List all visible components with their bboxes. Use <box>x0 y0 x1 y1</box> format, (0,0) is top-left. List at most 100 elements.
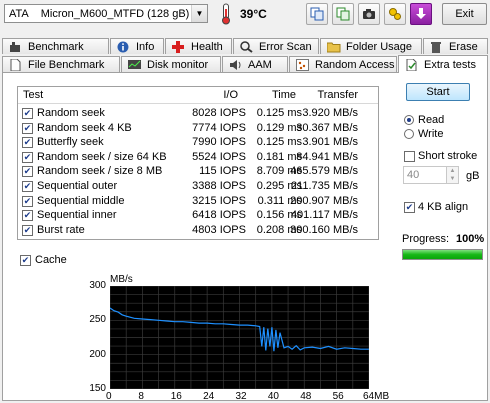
cache-checkbox[interactable]: ✔ <box>20 255 31 266</box>
tab-label: Folder Usage <box>346 40 413 53</box>
tab-aam[interactable]: AAM <box>222 56 288 72</box>
drive-bus: ATA <box>9 7 29 20</box>
tab-folder-usage[interactable]: Folder Usage <box>320 38 422 54</box>
camera-icon <box>363 9 375 19</box>
x-tick-label: 32 <box>235 391 247 402</box>
cell-test: Random seek / size 8 MB <box>37 165 163 178</box>
short-stroke-label: Short stroke <box>418 150 478 162</box>
row-checkbox[interactable]: ✔ <box>22 108 33 119</box>
cell-test: Sequential outer <box>37 180 118 192</box>
x-tick-label: 16 <box>170 391 182 402</box>
cell-transfer: 3.920 MB/s <box>302 107 358 119</box>
y-tick-label: 250 <box>89 314 106 326</box>
row-checkbox[interactable]: ✔ <box>22 151 33 163</box>
short-stroke-checkbox[interactable] <box>404 151 415 162</box>
copy-all-button[interactable] <box>332 3 354 25</box>
header-test: Test <box>23 89 44 101</box>
tab-random-access[interactable]: Random Access <box>289 56 397 72</box>
exit-label: Exit <box>455 8 474 20</box>
row-checkbox[interactable]: ✔ <box>22 195 33 207</box>
cell-transfer: 200.907 MB/s <box>290 194 358 207</box>
cell-io: 7774 IOPS <box>192 121 246 134</box>
write-label: Write <box>418 128 444 140</box>
table-row: ✔ Random seek 8028 IOPS 0.125 ms 3.920 MB/s <box>18 107 378 121</box>
row-checkbox[interactable]: ✔ <box>22 137 33 149</box>
write-radio[interactable] <box>404 129 414 139</box>
exit-button[interactable]: Exit <box>442 3 487 25</box>
results-table: Test I/O Time Transfer ✔ Random seek 8028 … <box>17 86 379 240</box>
short-stroke-input[interactable]: 40 <box>403 166 447 184</box>
start-button[interactable]: Start <box>406 83 470 101</box>
spin-up-icon: ▲ <box>449 168 456 174</box>
random-access-icon <box>296 58 310 71</box>
options-button[interactable] <box>384 3 406 25</box>
cell-transfer: 3.901 MB/s <box>302 136 358 149</box>
cell-io: 3388 IOPS <box>192 180 246 192</box>
info-icon <box>117 41 131 53</box>
table-row: ✔ Random seek 4 KB 7774 IOPS 0.129 ms 30.367… <box>18 122 378 136</box>
temperature-readout: 39°C <box>240 7 267 21</box>
speaker-icon <box>229 59 243 71</box>
tab-info[interactable]: Info <box>110 38 164 54</box>
cell-io: 6418 IOPS <box>192 209 246 222</box>
download-arrow-icon <box>416 8 426 19</box>
x-tick-label: 24 <box>203 391 215 402</box>
disk-monitor-icon <box>128 59 142 71</box>
y-tick-label: 300 <box>89 280 106 291</box>
start-label: Start <box>426 86 450 98</box>
tab-erase[interactable]: Erase <box>423 38 488 54</box>
benchmark-icon <box>9 41 23 53</box>
cell-time: 0.181 ms <box>256 150 302 163</box>
cell-transfer: 401.117 MB/s <box>290 209 358 222</box>
tab-error-scan[interactable]: Error Scan <box>233 38 319 54</box>
drive-select[interactable]: ATA Micron_M600_MTFD (128 gB) ▼ <box>4 4 208 23</box>
row-checkbox[interactable]: ✔ <box>22 224 33 236</box>
tab-label: File Benchmark <box>28 58 105 71</box>
table-row: ✔ Random seek / size 8 MB 115 IOPS 8.709 ms… <box>18 165 378 179</box>
tab-extra-tests[interactable]: Extra tests <box>398 55 488 73</box>
tab-label: Disk monitor <box>147 58 209 71</box>
screenshot-button[interactable] <box>358 3 380 25</box>
cell-transfer: 211.735 MB/s <box>290 180 358 192</box>
chevron-down-icon[interactable]: ▼ <box>191 5 207 22</box>
short-stroke-unit: gB <box>466 170 480 182</box>
copy-icon <box>310 7 324 21</box>
x-tick-label: 56 <box>332 391 344 402</box>
options-icon <box>389 8 401 20</box>
file-icon <box>9 58 23 71</box>
header-time: Time <box>271 89 296 101</box>
short-stroke-spinner[interactable]: ▲ ▼ <box>446 166 459 184</box>
tab-benchmark[interactable]: Benchmark <box>2 38 109 54</box>
cell-io: 8028 IOPS <box>192 107 246 119</box>
row-checkbox[interactable]: ✔ <box>22 166 33 178</box>
y-tick-label: 150 <box>89 383 106 394</box>
save-button[interactable] <box>410 3 432 25</box>
tab-file-benchmark[interactable]: File Benchmark <box>2 56 120 72</box>
copy-button[interactable] <box>306 3 328 25</box>
x-tick-label: 40 <box>267 391 279 402</box>
cell-io: 115 IOPS <box>199 165 246 178</box>
table-row: ✔ Sequential outer 3388 IOPS 0.295 ms 211.73… <box>18 180 378 194</box>
row-checkbox[interactable]: ✔ <box>22 210 33 222</box>
tab-health[interactable]: Health <box>165 38 232 54</box>
cell-test: Random seek <box>37 107 105 119</box>
align-checkbox[interactable]: ✔ <box>404 202 415 213</box>
progress-bar <box>402 249 483 260</box>
x-tick-label: 0 <box>106 391 112 402</box>
cell-time: 0.125 ms <box>256 136 302 149</box>
cell-test: Sequential inner <box>37 209 117 222</box>
tab-disk-monitor[interactable]: Disk monitor <box>121 56 221 72</box>
row-checkbox[interactable]: ✔ <box>22 181 33 192</box>
cache-label: Cache <box>35 254 67 266</box>
cell-time: 0.129 ms <box>256 121 302 134</box>
cell-transfer: 84.941 MB/s <box>296 150 358 163</box>
row-checkbox[interactable]: ✔ <box>22 122 33 134</box>
folder-icon <box>326 41 341 53</box>
cell-test: Random seek 4 KB <box>37 121 132 134</box>
table-header: Test I/O Time Transfer <box>18 87 378 104</box>
tab-label: Extra tests <box>424 58 476 71</box>
x-tick-label: 64MB <box>363 391 390 402</box>
read-radio[interactable] <box>404 115 414 125</box>
x-tick-label: 8 <box>138 391 144 402</box>
tab-label: Error Scan <box>259 40 312 53</box>
